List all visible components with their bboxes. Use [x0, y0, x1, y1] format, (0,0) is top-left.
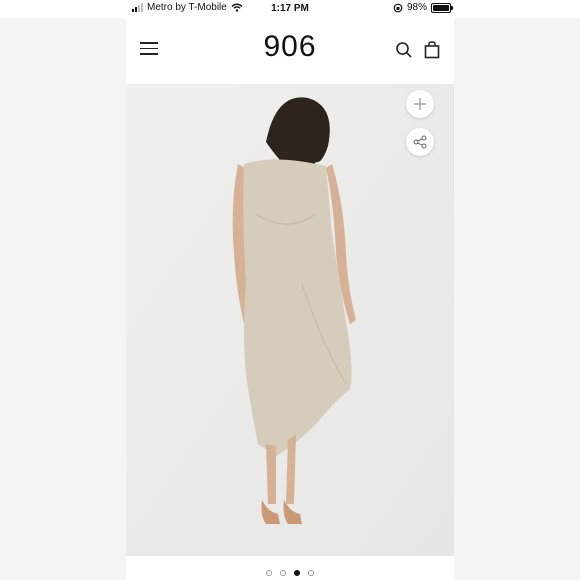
carousel-pagination	[126, 570, 454, 576]
carousel-dot[interactable]	[266, 570, 272, 576]
add-to-wishlist-button[interactable]	[406, 90, 434, 118]
share-button[interactable]	[406, 128, 434, 156]
battery-percent: 98%	[407, 2, 428, 13]
share-icon	[413, 135, 427, 149]
shopping-bag-icon[interactable]	[422, 40, 442, 60]
battery-icon	[431, 2, 454, 13]
battery-fill	[433, 4, 449, 11]
status-right: 98%	[393, 2, 454, 13]
status-bar: Metro by T-Mobile 1:17 PM 98%	[0, 0, 580, 18]
product-photo	[126, 84, 454, 556]
orientation-lock-icon	[393, 3, 403, 12]
carousel-dot[interactable]	[280, 570, 286, 576]
carousel-dot[interactable]	[308, 570, 314, 576]
plus-icon	[414, 98, 426, 110]
status-time: 1:17 PM	[271, 3, 309, 14]
site-header: 906	[126, 18, 454, 84]
search-icon[interactable]	[394, 40, 414, 60]
product-image-carousel[interactable]	[126, 84, 454, 556]
app-screen: 906	[126, 18, 454, 580]
carousel-dot[interactable]	[294, 570, 300, 576]
